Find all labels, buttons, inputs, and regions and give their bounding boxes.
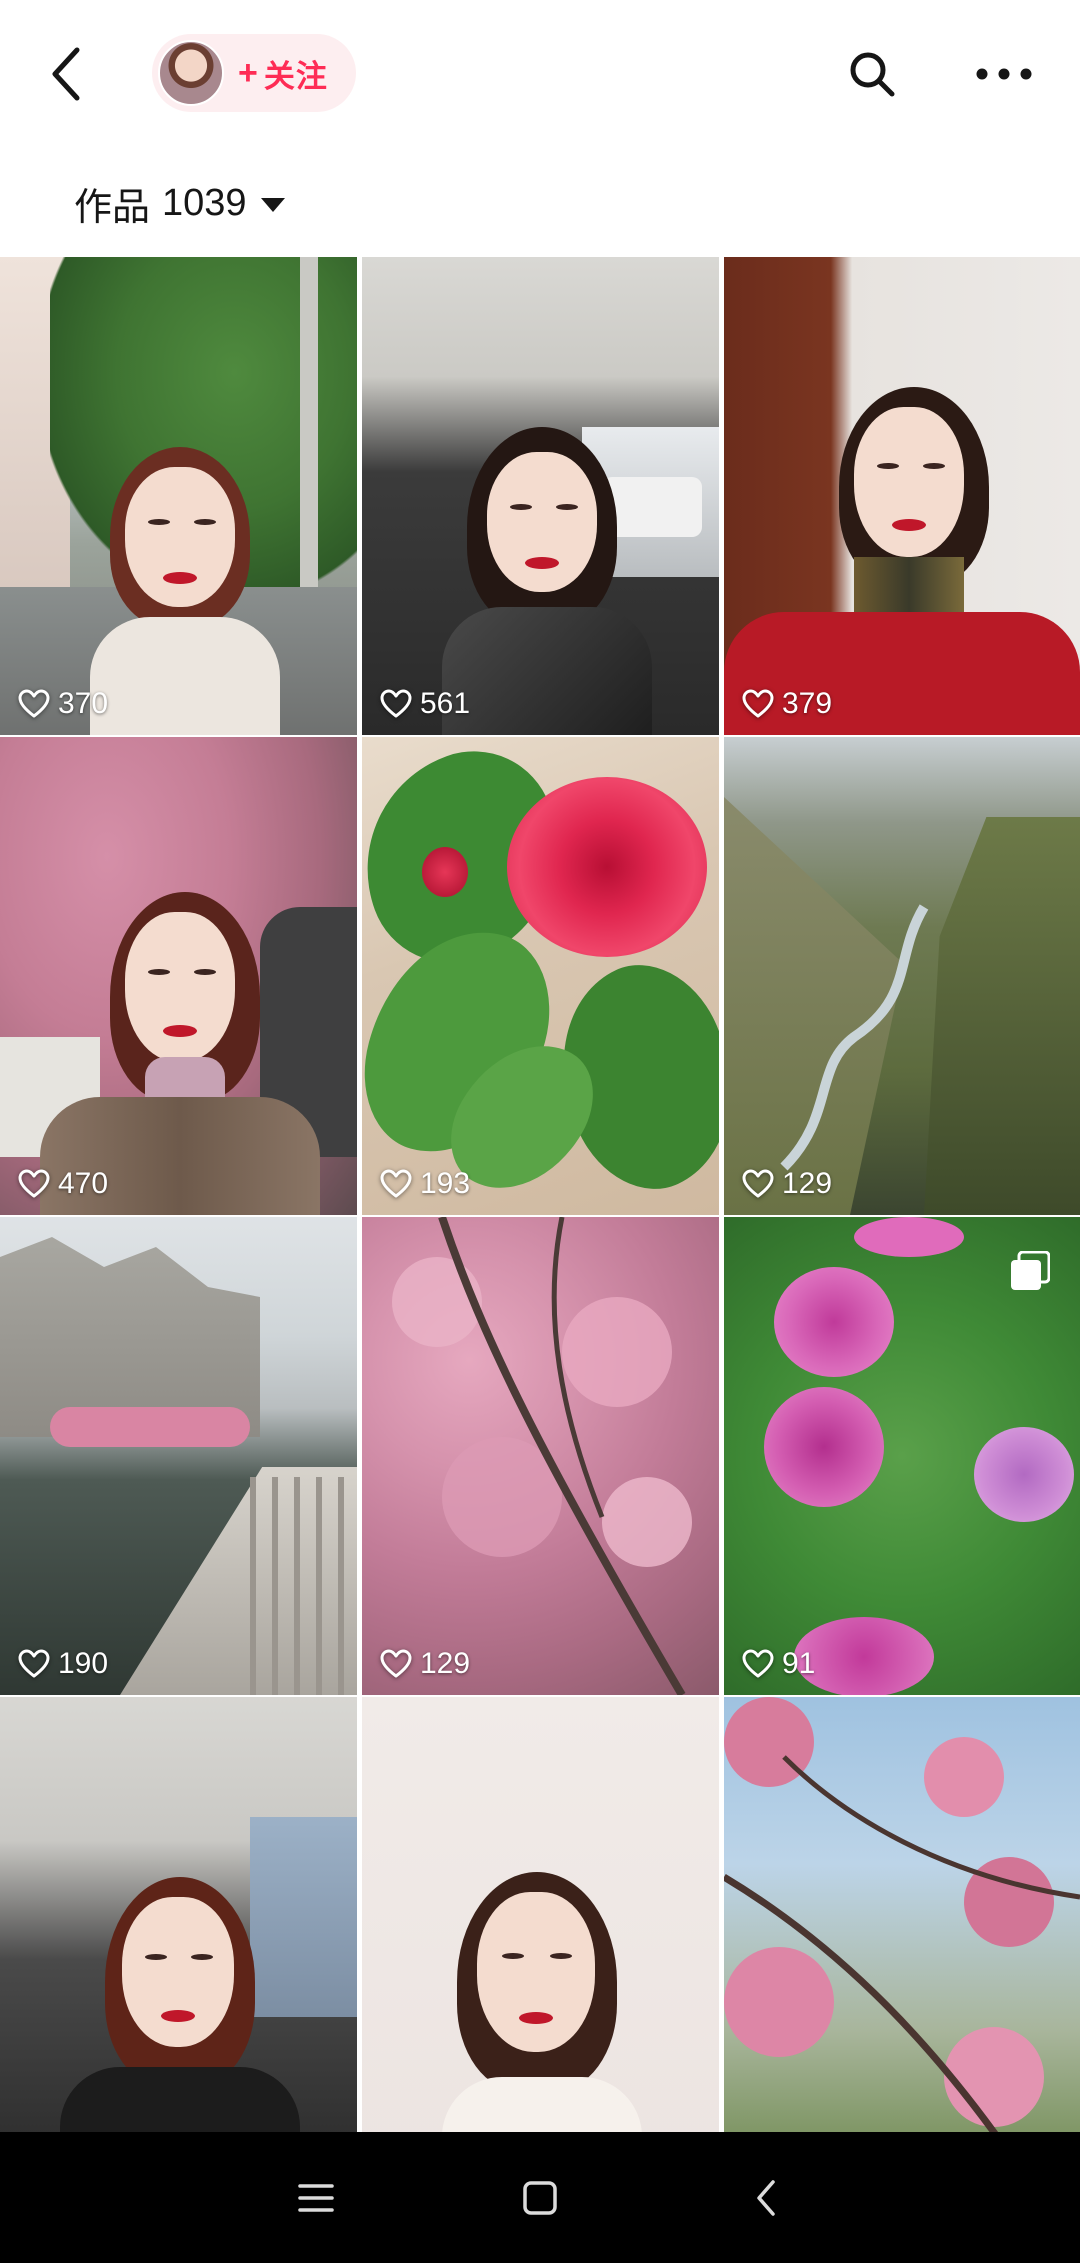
more-button[interactable] bbox=[966, 42, 1042, 106]
search-icon bbox=[850, 52, 895, 97]
works-grid: 370 561 379 470 193 129 190 129 91 bbox=[0, 257, 1080, 2132]
heart-outline-icon bbox=[18, 1649, 50, 1678]
heart-outline-icon bbox=[18, 689, 50, 718]
follow-plus-icon: + bbox=[238, 54, 258, 92]
video-tile[interactable]: 193 bbox=[362, 737, 719, 1215]
video-thumbnail bbox=[724, 737, 1080, 1215]
like-count-text: 129 bbox=[782, 1167, 833, 1200]
video-tile[interactable] bbox=[724, 1697, 1080, 2132]
heart-outline-icon bbox=[742, 1169, 774, 1198]
video-thumbnail bbox=[362, 1217, 719, 1695]
video-thumbnail bbox=[362, 737, 719, 1215]
heart-outline-icon bbox=[742, 1649, 774, 1678]
system-nav-bar bbox=[0, 2132, 1080, 2263]
menu-icon bbox=[298, 2184, 334, 2212]
video-tile[interactable]: 379 bbox=[724, 257, 1080, 735]
video-thumbnail bbox=[724, 257, 1080, 735]
video-tile[interactable] bbox=[362, 1697, 719, 2132]
like-count-text: 129 bbox=[420, 1647, 471, 1680]
video-tile[interactable]: 129 bbox=[724, 737, 1080, 1215]
like-count-text: 190 bbox=[58, 1647, 109, 1680]
works-filter[interactable]: 作品 1039 bbox=[74, 168, 285, 238]
video-thumbnail bbox=[0, 1217, 357, 1695]
like-count-text: 470 bbox=[58, 1167, 109, 1200]
video-thumbnail bbox=[724, 1697, 1080, 2132]
video-thumbnail bbox=[0, 737, 357, 1215]
heart-outline-icon bbox=[742, 689, 774, 718]
back-button[interactable] bbox=[36, 36, 96, 112]
like-count-text: 561 bbox=[420, 687, 471, 720]
like-count: 379 bbox=[742, 687, 832, 721]
video-tile[interactable]: 370 bbox=[0, 257, 357, 735]
home-square-icon bbox=[523, 2181, 557, 2215]
heart-outline-icon bbox=[380, 1169, 412, 1198]
multi-image-icon bbox=[1010, 1250, 1051, 1291]
search-button[interactable] bbox=[840, 42, 904, 106]
like-count-text: 370 bbox=[58, 687, 109, 720]
menu-button[interactable] bbox=[286, 2170, 346, 2226]
video-tile[interactable]: 91 bbox=[724, 1217, 1080, 1695]
video-thumbnail bbox=[362, 257, 719, 735]
like-count: 470 bbox=[18, 1167, 108, 1201]
like-count-text: 193 bbox=[420, 1167, 471, 1200]
back-arrow-icon bbox=[757, 2180, 775, 2216]
heart-outline-icon bbox=[380, 1649, 412, 1678]
caret-down-icon bbox=[260, 198, 285, 212]
back-chevron-icon bbox=[52, 47, 80, 101]
video-thumbnail bbox=[0, 257, 357, 735]
follow-button[interactable]: + 关注 bbox=[152, 34, 356, 112]
video-tile[interactable]: 190 bbox=[0, 1217, 357, 1695]
like-count: 190 bbox=[18, 1647, 108, 1681]
heart-outline-icon bbox=[18, 1169, 50, 1198]
system-back-button[interactable] bbox=[736, 2170, 796, 2226]
like-count: 370 bbox=[18, 687, 108, 721]
works-label: 作品 bbox=[74, 186, 151, 229]
like-count-text: 379 bbox=[782, 687, 833, 720]
home-button[interactable] bbox=[510, 2170, 570, 2226]
avatar[interactable] bbox=[158, 40, 224, 106]
like-count: 91 bbox=[742, 1647, 815, 1681]
like-count: 129 bbox=[742, 1167, 832, 1201]
video-tile[interactable]: 470 bbox=[0, 737, 357, 1215]
video-tile[interactable]: 561 bbox=[362, 257, 719, 735]
video-tile[interactable]: 129 bbox=[362, 1217, 719, 1695]
video-thumbnail bbox=[362, 1697, 719, 2132]
like-count: 561 bbox=[380, 687, 470, 721]
follow-label: 关注 bbox=[263, 58, 328, 94]
like-count: 129 bbox=[380, 1647, 470, 1681]
like-count: 193 bbox=[380, 1167, 470, 1201]
works-count: 1039 bbox=[162, 181, 247, 224]
heart-outline-icon bbox=[380, 689, 412, 718]
video-thumbnail bbox=[0, 1697, 357, 2132]
more-dots-icon bbox=[976, 68, 1032, 80]
video-tile[interactable] bbox=[0, 1697, 357, 2132]
like-count-text: 91 bbox=[782, 1647, 816, 1680]
top-bar: + 关注 bbox=[0, 0, 1080, 150]
